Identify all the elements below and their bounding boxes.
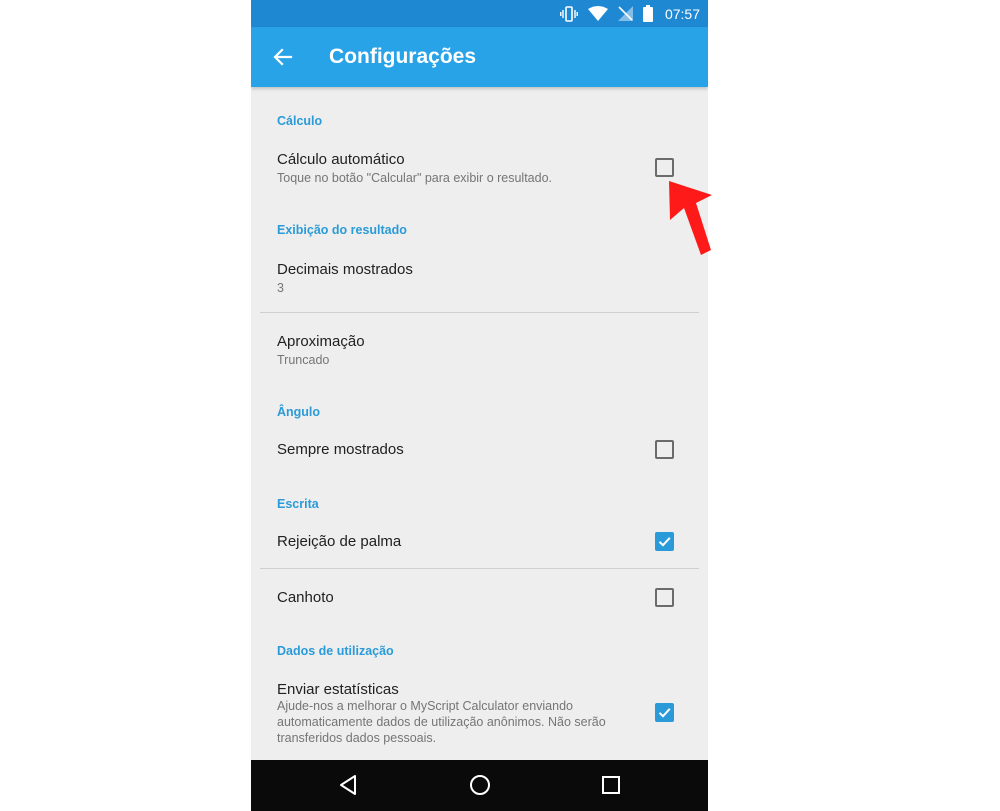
setting-canhoto[interactable]: Canhoto <box>251 575 708 621</box>
arrow-left-icon[interactable] <box>271 45 295 69</box>
settings-list[interactable]: Cálculo Cálculo automático Toque no botã… <box>251 87 708 760</box>
page-title: Configurações <box>329 45 477 68</box>
status-bar: 07:57 <box>251 0 708 27</box>
setting-subtitle: Toque no botão "Calcular" para exibir o … <box>277 171 553 185</box>
setting-subtitle-line: Ajude-nos a melhorar o MyScript Calculat… <box>277 699 573 713</box>
setting-aproximacao[interactable]: Aproximação Truncado <box>251 325 708 380</box>
setting-value: Truncado <box>277 353 330 367</box>
wifi-icon <box>587 6 608 21</box>
section-header-dados: Dados de utilização <box>277 644 394 658</box>
back-triangle-icon[interactable] <box>337 773 361 797</box>
setting-subtitle-line: automaticamente dados de utilização anôn… <box>277 715 606 729</box>
setting-title: Sempre mostrados <box>277 441 404 458</box>
section-header-exibicao: Exibição do resultado <box>277 223 407 237</box>
recents-square-icon[interactable] <box>599 773 623 797</box>
app-toolbar: Configurações <box>251 27 708 87</box>
setting-value: 3 <box>277 281 284 295</box>
annotation-arrow-icon <box>669 181 712 255</box>
home-circle-icon[interactable] <box>468 773 492 797</box>
setting-decimais-mostrados[interactable]: Decimais mostrados 3 <box>251 252 708 310</box>
setting-title: Rejeição de palma <box>277 533 402 550</box>
setting-calculo-automatico[interactable]: Cálculo automático Toque no botão "Calcu… <box>251 142 708 197</box>
no-signal-icon <box>617 6 633 21</box>
checkbox-calculo-automatico[interactable] <box>655 158 674 177</box>
setting-title: Aproximação <box>277 333 365 350</box>
checkmark-icon <box>658 708 671 718</box>
checkbox-enviar-estatisticas[interactable] <box>655 703 674 722</box>
battery-icon <box>642 5 653 22</box>
checkmark-icon <box>658 537 671 547</box>
section-header-angulo: Ângulo <box>277 405 321 419</box>
section-header-calculo: Cálculo <box>277 114 323 128</box>
setting-title: Canhoto <box>277 589 334 606</box>
section-header-escrita: Escrita <box>277 497 319 511</box>
phone-screen: 07:57 Configurações Cálculo Cálculo auto… <box>251 0 708 811</box>
setting-rejeicao-de-palma[interactable]: Rejeição de palma <box>251 519 708 565</box>
checkbox-canhoto[interactable] <box>655 588 674 607</box>
status-time: 07:57 <box>664 5 700 22</box>
setting-title: Cálculo automático <box>277 151 405 168</box>
vibrate-icon <box>560 5 578 22</box>
setting-sempre-mostrados[interactable]: Sempre mostrados <box>251 427 708 473</box>
checkbox-sempre-mostrados[interactable] <box>655 440 674 459</box>
setting-enviar-estatisticas[interactable]: Enviar estatísticas Ajude-nos a melhorar… <box>251 672 708 750</box>
status-icons: 07:57 <box>560 0 700 27</box>
checkbox-rejeicao-de-palma[interactable] <box>655 532 674 551</box>
divider <box>260 312 699 313</box>
divider <box>260 568 699 569</box>
navigation-bar <box>251 760 708 811</box>
setting-title: Decimais mostrados <box>277 261 413 278</box>
setting-subtitle-line: transferidos dados pessoais. <box>277 731 437 745</box>
setting-title: Enviar estatísticas <box>277 681 399 698</box>
